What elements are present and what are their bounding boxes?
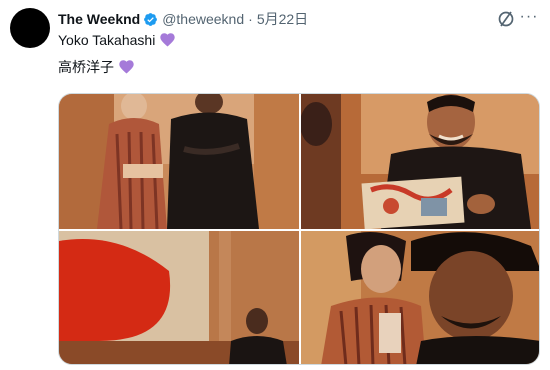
author-name[interactable]: The Weeknd — [58, 10, 140, 28]
tweet-date[interactable]: 5月22日 — [257, 10, 308, 28]
purple-heart-icon — [160, 33, 175, 47]
tweet-text-english: Yoko Takahashi — [58, 32, 156, 48]
author-handle[interactable]: @theweeknd — [162, 10, 244, 28]
grok-icon[interactable] — [496, 9, 516, 29]
more-options-icon[interactable]: ··· — [518, 7, 540, 29]
media-grid — [58, 93, 540, 365]
tweet-text-line-1: Yoko Takahashi — [58, 31, 175, 49]
photo-2[interactable] — [301, 94, 539, 229]
photo-1[interactable] — [59, 94, 299, 229]
photo-4[interactable] — [301, 231, 539, 364]
photo-3[interactable] — [59, 231, 299, 364]
tweet-text-chinese: 高桥洋子 — [58, 59, 114, 75]
tweet-header: The Weeknd @theweeknd · 5月22日 — [58, 10, 308, 28]
purple-heart-icon — [119, 60, 134, 74]
author-avatar[interactable] — [10, 8, 50, 48]
tweet-text-line-2: 高桥洋子 — [58, 58, 134, 76]
verified-badge-icon — [144, 12, 158, 26]
separator-dot: · — [248, 11, 253, 27]
